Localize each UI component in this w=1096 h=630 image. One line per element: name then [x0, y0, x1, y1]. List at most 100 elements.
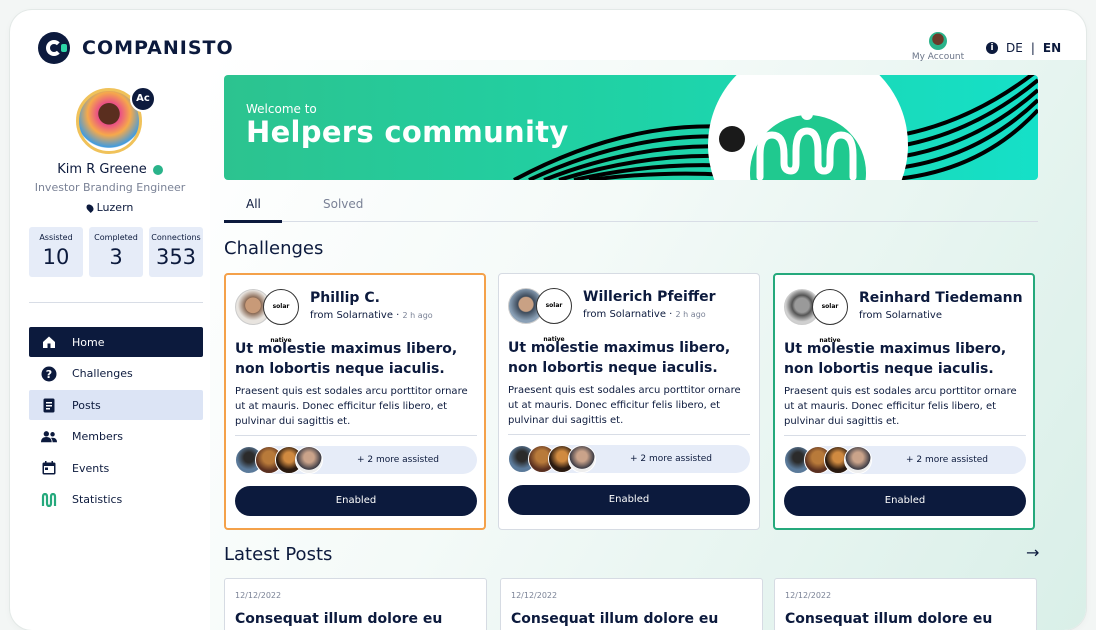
org-logo: solar native: [536, 288, 572, 343]
challenge-title[interactable]: Ut molestie maximus libero, non lobortis…: [508, 338, 752, 378]
helpers-row[interactable]: + 2 more assisted: [508, 445, 750, 473]
challenge-card[interactable]: solar native Reinhard Tiedemann from Sol…: [773, 273, 1035, 530]
stat-value: 10: [42, 245, 70, 269]
lang-separator: |: [1030, 41, 1035, 55]
community-banner: Welcome to Helpers community: [224, 75, 1038, 180]
statistics-icon: [41, 492, 57, 508]
sidebar-item-home[interactable]: Home: [29, 327, 203, 357]
author-org: from Solarnative: [310, 310, 393, 321]
post-title[interactable]: Consequat illum dolore eu: [785, 611, 992, 627]
card-avatars: solar native: [784, 289, 850, 344]
challenge-description: Praesent quis est sodales arcu porttitor…: [235, 386, 468, 427]
org-logo: solar native: [812, 289, 848, 344]
sidebar-item-label: Posts: [72, 398, 101, 412]
challenge-description: Praesent quis est sodales arcu porttitor…: [784, 386, 1017, 427]
sidebar-item-label: Members: [72, 430, 123, 443]
sidebar-item-challenges[interactable]: ? Challenges: [29, 359, 203, 389]
author-org: from Solarnative: [583, 309, 666, 320]
post-card[interactable]: 12/12/2022 Consequat illum dolore eu: [774, 578, 1037, 630]
profile-stats: Assisted 10 Completed 3 Connections 353: [29, 227, 203, 277]
post-date: 12/12/2022: [511, 591, 558, 600]
helpers-row[interactable]: + 2 more assisted: [235, 446, 477, 474]
my-account-button[interactable]: My Account: [908, 32, 968, 62]
helper-avatar: [844, 446, 872, 474]
post-card[interactable]: 12/12/2022 Consequat illum dolore eu: [224, 578, 487, 630]
tab-active-indicator: [224, 220, 282, 223]
helper-avatar: [295, 446, 323, 474]
location-pin-icon: [84, 203, 95, 213]
sidebar-item-label: Statistics: [72, 493, 123, 506]
stat-label: Assisted: [39, 233, 73, 242]
helper-avatar: [568, 445, 596, 473]
helpers-row[interactable]: + 2 more assisted: [784, 446, 1026, 474]
challenge-card[interactable]: solar native Willerich Pfeiffer from Sol…: [498, 273, 760, 530]
document-icon: [41, 397, 57, 413]
sidebar-item-statistics[interactable]: Statistics: [29, 485, 203, 515]
sidebar-divider: [29, 302, 203, 303]
latest-posts-heading: Latest Posts: [224, 544, 333, 565]
sidebar-item-events[interactable]: Events: [29, 453, 203, 483]
language-switcher: i DE | EN: [986, 41, 1061, 55]
challenge-description: Praesent quis est sodales arcu porttitor…: [508, 385, 741, 426]
tab-bar: All Solved: [224, 192, 1038, 223]
banner-title: Helpers community: [246, 115, 569, 149]
challenges-heading: Challenges: [224, 238, 324, 259]
profile-role: Investor Branding Engineer: [34, 181, 186, 194]
account-avatar: [929, 32, 947, 50]
stat-assisted: Assisted 10: [29, 227, 83, 277]
profile-location-row: Luzern: [10, 201, 210, 214]
post-date: 12/12/2022: [235, 591, 282, 600]
stat-label: Connections: [151, 233, 201, 242]
sidebar-item-label: Challenges: [72, 367, 133, 380]
app-frame: COMPANISTO My Account i DE | EN Ac Kim R…: [10, 10, 1086, 630]
author-org-row: from Solarnative: [859, 310, 942, 321]
lang-de[interactable]: DE: [1006, 41, 1023, 55]
enabled-button[interactable]: Enabled: [235, 486, 477, 516]
stat-value: 353: [155, 245, 197, 269]
card-avatars: solar native: [508, 288, 574, 343]
tab-all[interactable]: All: [246, 197, 261, 211]
home-icon: [41, 334, 57, 350]
profile-badge: Ac: [130, 86, 156, 112]
challenge-card[interactable]: solar native Phillip C. from Solarnative…: [224, 273, 486, 530]
stat-connections: Connections 353: [149, 227, 203, 277]
author-name[interactable]: Phillip C.: [310, 290, 380, 306]
profile-name: Kim R Greene: [57, 162, 147, 177]
sidebar-nav: Home ? Challenges Posts Members Events S…: [29, 327, 203, 516]
challenge-title[interactable]: Ut molestie maximus libero, non lobortis…: [784, 339, 1028, 379]
arrow-right-icon[interactable]: →: [1026, 543, 1039, 562]
profile-location: Luzern: [96, 201, 134, 214]
post-title[interactable]: Consequat illum dolore eu: [235, 611, 442, 627]
post-card[interactable]: 12/12/2022 Consequat illum dolore eu: [500, 578, 763, 630]
info-icon[interactable]: i: [986, 42, 998, 54]
sidebar-item-posts[interactable]: Posts: [29, 390, 203, 420]
account-label: My Account: [911, 52, 965, 62]
post-date: 12/12/2022: [785, 591, 832, 600]
sidebar-item-label: Home: [72, 335, 105, 349]
card-avatars: solar native: [235, 289, 301, 344]
stat-label: Completed: [94, 233, 138, 242]
svg-text:?: ?: [46, 368, 52, 381]
post-age: 2 h ago: [675, 310, 706, 319]
lang-en[interactable]: EN: [1043, 41, 1061, 55]
members-icon: [41, 429, 57, 445]
author-name[interactable]: Reinhard Tiedemann: [859, 290, 1023, 306]
enabled-button[interactable]: Enabled: [784, 486, 1026, 516]
brand-name: COMPANISTO: [82, 37, 234, 59]
post-age: 2 h ago: [402, 311, 433, 320]
enabled-button[interactable]: Enabled: [508, 485, 750, 515]
sidebar-item-members[interactable]: Members: [29, 422, 203, 452]
tab-solved[interactable]: Solved: [323, 197, 363, 211]
org-logo: solar native: [263, 289, 299, 344]
sidebar: Ac Kim R Greene Investor Branding Engine…: [10, 60, 210, 630]
stat-completed: Completed 3: [89, 227, 143, 277]
stat-value: 3: [109, 245, 123, 269]
author-name[interactable]: Willerich Pfeiffer: [583, 289, 716, 305]
author-org-row: from Solarnative · 2 h ago: [310, 310, 433, 321]
challenge-title[interactable]: Ut molestie maximus libero, non lobortis…: [235, 339, 479, 379]
profile-name-row: Kim R Greene: [10, 162, 210, 177]
card-divider: [508, 434, 750, 435]
banner-welcome: Welcome to: [246, 102, 317, 116]
question-icon: ?: [41, 366, 57, 382]
post-title[interactable]: Consequat illum dolore eu: [511, 611, 718, 627]
